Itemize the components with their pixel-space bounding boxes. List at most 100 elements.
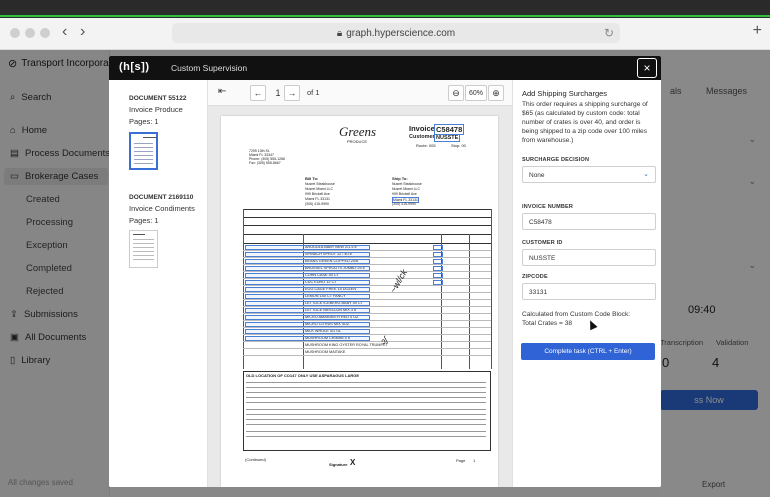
complete-task-button[interactable]: Complete task (CTRL + Enter) [521, 343, 655, 360]
surcharge-decision-value: None [529, 172, 545, 179]
bill-to-line: Miami FL 33131 [305, 197, 330, 201]
zoom-level: 60% [465, 85, 487, 101]
document-thumbnail[interactable] [129, 132, 158, 170]
document-title: Invoice Condiments [129, 204, 195, 213]
address-bar[interactable]: 🔒︎ graph.hyperscience.com ↻ [172, 23, 620, 43]
custom-supervision-modal: (h[s]) Custom Supervision × DOCUMENT 551… [109, 56, 661, 487]
bill-to-label: Bill To: [305, 176, 319, 181]
document-pages: Pages: 1 [129, 216, 159, 225]
modal-title: Custom Supervision [171, 63, 248, 73]
terms-box [243, 371, 491, 451]
field-highlight[interactable] [245, 315, 370, 320]
calculation-line: Calculated from Custom Code Block: [522, 311, 631, 318]
minimize-window-dot[interactable] [25, 28, 35, 38]
forward-arrow-icon[interactable]: › [80, 23, 85, 41]
field-highlight[interactable] [245, 294, 370, 299]
field-highlight[interactable] [245, 287, 370, 292]
field-highlight[interactable] [245, 308, 370, 313]
ship-to-line: 999 Brickell Ave [392, 192, 417, 196]
signature-mark: X [350, 458, 356, 467]
table-rule [243, 217, 491, 218]
zoom-out-button[interactable]: ⊖ [448, 85, 464, 101]
document-card[interactable]: DOCUMENT 2169110 Invoice Condiments Page… [129, 194, 195, 225]
invoice-brand-sub: PRODUCE [347, 139, 368, 144]
field-highlight[interactable] [245, 280, 370, 285]
from-line: Fax: (305) 555-8667 [249, 161, 281, 165]
next-page-button[interactable]: → [284, 85, 300, 101]
document-title: Invoice Produce [129, 105, 183, 114]
ship-to-line: Nusret Miami LLC [392, 187, 421, 191]
new-tab-button[interactable]: + [753, 22, 762, 40]
stop-text: Stop: 00 [451, 143, 466, 148]
field-highlight[interactable] [245, 245, 370, 250]
viewer-toolbar: ⇤ ← 1 → of 1 ⊖ 60% ⊕ [208, 80, 512, 106]
bill-to-line: Nusret Steakhouse [305, 182, 335, 186]
customer-id-label: CUSTOMER ID [522, 240, 563, 246]
document-list: DOCUMENT 55122 Invoice Produce Pages: 1 … [109, 80, 208, 487]
invoice-page: Greens PRODUCE Invoice C58478 Customer N… [221, 116, 498, 487]
chevron-down-icon: ⌄ [643, 171, 649, 178]
table-border [491, 209, 492, 369]
os-top-bar [0, 0, 770, 18]
document-number: DOCUMENT 2169110 [129, 194, 194, 201]
customer-id-highlight[interactable]: NUSSTE [434, 134, 461, 142]
document-card[interactable]: DOCUMENT 55122 Invoice Produce Pages: 1 [129, 95, 186, 126]
close-window-dot[interactable] [10, 28, 20, 38]
table-rule [243, 225, 491, 226]
calculation-result: Total Crates = 38 [522, 319, 573, 327]
customer-label: Customer [409, 134, 435, 140]
invoice-number-label: INVOICE NUMBER [522, 204, 574, 210]
panel-description: This order requires a shipping surcharge… [522, 101, 648, 144]
field-highlight[interactable] [245, 273, 370, 278]
zoom-in-button[interactable]: ⊕ [488, 85, 504, 101]
calculation-note: Calculated from Custom Code Block: Total… [522, 311, 630, 328]
field-highlight[interactable] [245, 301, 370, 306]
maximize-window-dot[interactable] [40, 28, 50, 38]
table-row: MUSHROOM MAITAKE [243, 349, 491, 356]
document-number: DOCUMENT 55122 [129, 95, 187, 102]
field-highlight[interactable] [433, 252, 443, 257]
close-icon[interactable]: × [637, 58, 657, 78]
modal-header: (h[s]) Custom Supervision × [109, 56, 661, 80]
field-highlight[interactable] [245, 329, 370, 334]
ship-to-line: (305) 415-9990 [392, 202, 416, 206]
continued-text: (Continued) [245, 457, 266, 462]
bill-to-line: (305) 415-9990 [305, 202, 329, 206]
ship-to-line: Nusret Steakhouse [392, 182, 422, 186]
field-highlight[interactable] [433, 273, 443, 278]
page-count: of 1 [307, 88, 320, 97]
previous-page-button[interactable]: ← [250, 85, 266, 101]
field-highlight[interactable] [433, 266, 443, 271]
field-highlight[interactable] [433, 280, 443, 285]
document-pages: Pages: 1 [129, 117, 159, 126]
lock-icon: 🔒︎ [336, 27, 343, 39]
document-viewer: ⇤ ← 1 → of 1 ⊖ 60% ⊕ Greens PRODUCE Invo… [208, 80, 512, 487]
field-highlight[interactable] [245, 266, 370, 271]
surcharge-decision-label: SURCHARGE DECISION [522, 157, 590, 163]
invoice-number-field[interactable]: C58478 [522, 213, 656, 230]
field-highlight[interactable] [245, 259, 370, 264]
task-panel: Add Shipping Surcharges This order requi… [512, 80, 661, 487]
field-highlight[interactable] [245, 322, 370, 327]
bill-to-line: 999 Brickell Ave [305, 192, 330, 196]
table-rule [243, 209, 491, 210]
zipcode-field[interactable]: 33131 [522, 283, 656, 300]
route-text: Route: 005 [416, 143, 436, 148]
field-highlight[interactable] [245, 336, 370, 341]
invoice-brand: Greens [339, 124, 377, 139]
field-highlight[interactable] [433, 245, 443, 250]
field-highlight[interactable] [245, 252, 370, 257]
field-highlight[interactable] [433, 259, 443, 264]
zipcode-label: ZIPCODE [522, 274, 548, 280]
reload-icon[interactable]: ↻ [604, 26, 614, 40]
signature-label: Signature [329, 462, 348, 467]
page-num: 1 [473, 458, 476, 463]
hyperscience-logo: (h[s]) [119, 61, 150, 73]
old-location-note: OLD LOCATION OF CO147 ONLY USE ASPARAGUS… [246, 373, 360, 378]
customer-id-field[interactable]: NUSSTE [522, 249, 656, 266]
back-arrow-icon[interactable]: ‹ [62, 23, 67, 41]
document-thumbnail[interactable] [129, 230, 158, 268]
sidebar-toggle-icon[interactable]: ⇤ [218, 86, 226, 97]
surcharge-decision-select[interactable]: None ⌄ [522, 166, 656, 183]
page-label: Page [456, 458, 466, 463]
